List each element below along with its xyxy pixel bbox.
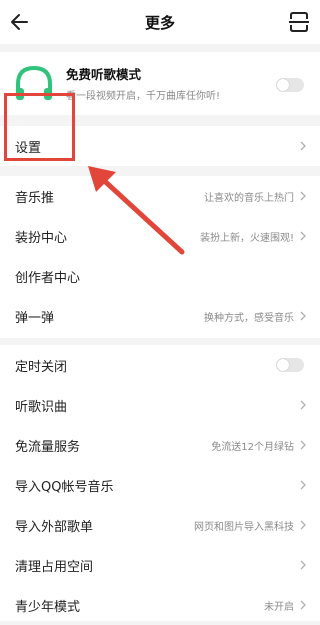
annotation-highlight-box [4, 93, 75, 161]
sleep-timer-toggle[interactable] [276, 358, 304, 372]
chevron-right-icon [300, 560, 306, 570]
menu-item-sleep-timer[interactable]: 定时关闭 [0, 345, 320, 385]
chevron-right-icon [300, 141, 306, 151]
menu-item-clear-storage[interactable]: 清理占用空间 [0, 545, 320, 585]
free-mode-title: 免费听歌模式 [66, 67, 142, 82]
chevron-right-icon [300, 520, 306, 530]
menu-item-teen-mode[interactable]: 青少年模式 未开启 [0, 585, 320, 625]
menu-item-value: 装扮上新，火速围观! [199, 233, 294, 244]
menu-item-value: 免流送12个月绿钻 [211, 442, 294, 453]
menu-item-value: 让喜欢的音乐上热门 [204, 193, 294, 204]
free-mode-toggle[interactable] [276, 78, 304, 92]
menu-item-creator-center[interactable]: 创作者中心 [0, 256, 320, 296]
menu-item-free-data[interactable]: 免流量服务 免流送12个月绿钻 [0, 425, 320, 465]
chevron-right-icon [300, 480, 306, 490]
menu-item-label: 听歌识曲 [15, 400, 68, 415]
menu-item-label: 装扮中心 [15, 231, 68, 246]
menu-item-label: 免流量服务 [15, 440, 81, 455]
chevron-right-icon [300, 191, 306, 201]
menu-item-value: 换种方式，感受音乐 [204, 313, 294, 324]
menu-item-label: 导入QQ帐号音乐 [15, 480, 114, 495]
menu-item-import-qq-music[interactable]: 导入QQ帐号音乐 [0, 465, 320, 505]
menu-item-tan-yi-tan[interactable]: 弹一弹 换种方式，感受音乐 [0, 296, 320, 336]
page-title: 更多 [144, 14, 175, 32]
menu-item-value: 网页和图片导入黑科技 [194, 522, 294, 533]
free-mode-subtitle: 看一段视频开启，千万曲库任你听! [66, 91, 221, 102]
menu-group-2: 定时关闭 听歌识曲 免流量服务 免流送12个月绿钻 导入QQ帐号音乐 导入外部歌… [0, 345, 320, 621]
scan-icon[interactable] [286, 9, 312, 35]
chevron-right-icon [300, 400, 306, 410]
chevron-right-icon [300, 231, 306, 241]
menu-item-import-playlist[interactable]: 导入外部歌单 网页和图片导入黑科技 [0, 505, 320, 545]
menu-item-label: 青少年模式 [15, 600, 81, 615]
menu-item-label: 清理占用空间 [15, 560, 94, 575]
annotation-arrow-icon [88, 166, 185, 255]
menu-item-label: 创作者中心 [15, 271, 81, 286]
menu-item-song-recognition[interactable]: 听歌识曲 [0, 385, 320, 425]
menu-item-value: 未开启 [264, 602, 294, 613]
top-bar: 更多 [0, 0, 320, 44]
chevron-right-icon [300, 311, 306, 321]
menu-item-label: 音乐推 [15, 191, 55, 206]
toggle-knob [277, 359, 289, 371]
menu-item-label: 定时关闭 [15, 360, 68, 375]
menu-item-label: 弹一弹 [15, 311, 55, 326]
chevron-right-icon [300, 600, 306, 610]
chevron-right-icon [300, 440, 306, 450]
toggle-knob [277, 79, 289, 91]
menu-item-label: 导入外部歌单 [15, 520, 94, 535]
